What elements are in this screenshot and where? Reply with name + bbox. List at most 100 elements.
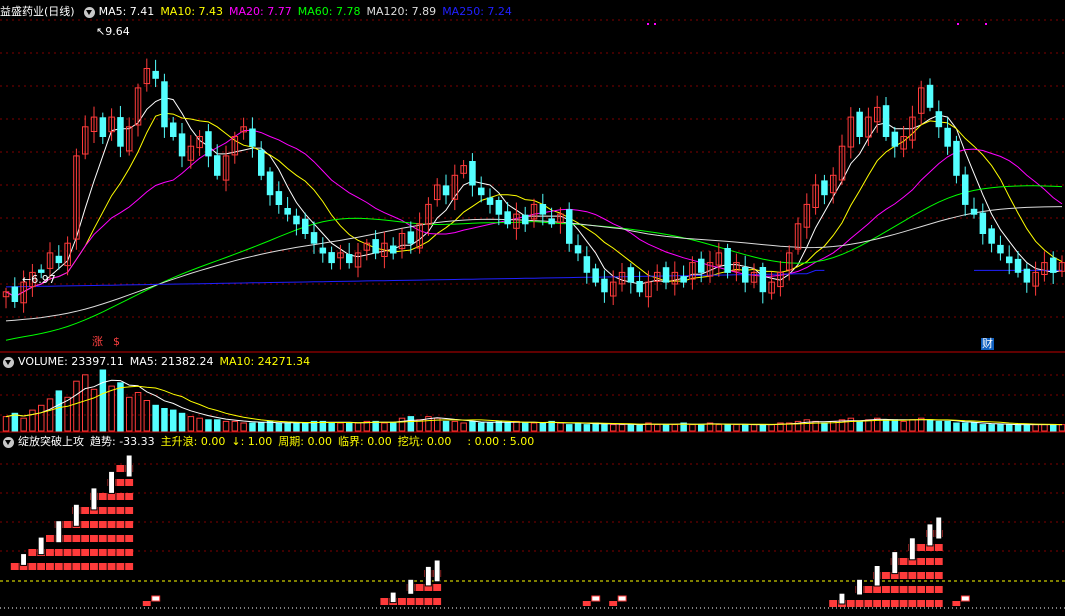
signal-block bbox=[81, 563, 90, 570]
volume-bar bbox=[1041, 424, 1048, 432]
signal-block bbox=[46, 549, 54, 556]
candle-body bbox=[284, 208, 291, 215]
volume-bar bbox=[354, 422, 362, 432]
signal-block bbox=[917, 558, 926, 565]
volume-bar bbox=[407, 416, 415, 432]
signal-block bbox=[107, 521, 116, 528]
candle-body bbox=[469, 161, 476, 186]
signal-block bbox=[72, 549, 81, 556]
volume-bar bbox=[337, 422, 344, 432]
volume-bar bbox=[988, 424, 995, 432]
chevron-down-icon[interactable] bbox=[3, 356, 14, 368]
volume-bar bbox=[117, 382, 124, 432]
signal-block bbox=[917, 544, 926, 551]
volume-bar bbox=[1050, 424, 1057, 432]
price-header: 益盛药业(日线) MA5: 7.41 MA10: 7.43 MA20: 7.77… bbox=[0, 3, 518, 21]
volume-bar bbox=[750, 424, 758, 432]
candle-body bbox=[170, 122, 177, 137]
signal-panel[interactable] bbox=[10, 454, 970, 607]
candle-body bbox=[161, 81, 168, 128]
candle-body bbox=[99, 117, 107, 138]
candle-body bbox=[970, 208, 978, 215]
candle-body bbox=[266, 171, 274, 196]
signal-block bbox=[899, 558, 908, 565]
signal-marker bbox=[935, 516, 943, 540]
candle-body bbox=[346, 254, 353, 264]
candle-body bbox=[988, 228, 995, 244]
signal-block bbox=[864, 600, 873, 607]
signal-block bbox=[415, 584, 424, 591]
price-panel[interactable] bbox=[2, 23, 1065, 341]
signal-block bbox=[90, 521, 98, 528]
candle-body bbox=[293, 215, 300, 225]
signal-block bbox=[72, 535, 81, 542]
volume-bar bbox=[442, 420, 450, 432]
signal-block bbox=[609, 601, 618, 606]
extra-label: : 0.00 : 5.00 bbox=[467, 435, 535, 448]
volume-bar bbox=[152, 404, 159, 432]
volume-bar bbox=[654, 424, 661, 432]
volume-bar bbox=[284, 422, 291, 432]
volume-bar bbox=[1058, 424, 1065, 432]
volume-bar bbox=[1014, 424, 1022, 432]
candle-body bbox=[926, 84, 934, 108]
signal-block bbox=[917, 600, 926, 607]
volume-panel[interactable] bbox=[2, 369, 1065, 432]
trend-label: 趋势: -33.33 bbox=[90, 435, 155, 448]
candle-body bbox=[390, 245, 397, 254]
arrow-left-icon: ↖ bbox=[96, 25, 106, 38]
volume-bar bbox=[29, 409, 36, 432]
volume-bar bbox=[504, 422, 511, 432]
chart-canvas bbox=[0, 19, 1065, 609]
volume-bar bbox=[11, 412, 19, 432]
critical-label: 临界: 0.00 bbox=[338, 435, 392, 448]
volume-bar bbox=[82, 374, 89, 432]
chevron-down-icon[interactable] bbox=[83, 6, 95, 18]
signal-block bbox=[882, 600, 890, 607]
volume-bar bbox=[495, 420, 503, 432]
volume-ma10-label: MA10: 24271.34 bbox=[219, 355, 311, 368]
volume-bar bbox=[398, 417, 406, 432]
signal-block bbox=[934, 586, 943, 593]
volume-bar bbox=[724, 424, 731, 432]
candle-body bbox=[601, 278, 608, 293]
candle-body bbox=[11, 286, 19, 302]
volume-bar bbox=[583, 424, 591, 432]
event-dot bbox=[654, 23, 656, 25]
signal-block bbox=[116, 535, 125, 542]
signal-block bbox=[125, 493, 134, 500]
volume-bar bbox=[882, 419, 890, 432]
signal-block bbox=[81, 535, 90, 542]
volume-bar bbox=[205, 419, 212, 432]
candle-body bbox=[302, 218, 309, 234]
signal-block bbox=[46, 535, 54, 542]
signal-block bbox=[98, 521, 107, 528]
signal-block bbox=[107, 549, 116, 556]
event-rise-marker[interactable]: 涨 bbox=[92, 336, 103, 348]
ma10-label: MA10: 7.43 bbox=[160, 5, 224, 18]
signal-block bbox=[107, 563, 116, 570]
signal-title: 绽放突破上攻 bbox=[18, 435, 84, 448]
low-price-label: ←6.97 bbox=[22, 274, 56, 286]
candle-body bbox=[962, 174, 969, 205]
volume-bar bbox=[293, 422, 300, 432]
signal-marker bbox=[55, 520, 63, 544]
candle-body bbox=[821, 180, 828, 196]
volume-bar bbox=[1023, 424, 1031, 432]
volume-bar bbox=[742, 424, 749, 432]
candle-body bbox=[319, 247, 327, 254]
signal-marker bbox=[856, 578, 863, 596]
volume-bar bbox=[249, 422, 256, 432]
candle-body bbox=[979, 212, 987, 235]
signal-block bbox=[934, 544, 943, 551]
candle-body bbox=[566, 209, 573, 244]
chevron-down-icon[interactable] bbox=[3, 436, 14, 448]
event-dividend-marker[interactable]: $ bbox=[113, 336, 120, 348]
signal-marker bbox=[908, 537, 916, 561]
event-finance-marker[interactable]: 财 bbox=[981, 338, 994, 350]
volume-bar bbox=[196, 417, 203, 432]
volume-bar bbox=[759, 424, 767, 432]
volume-ma5-label: MA5: 21382.24 bbox=[129, 355, 214, 368]
candle-body bbox=[891, 131, 899, 147]
signal-block bbox=[63, 549, 72, 556]
